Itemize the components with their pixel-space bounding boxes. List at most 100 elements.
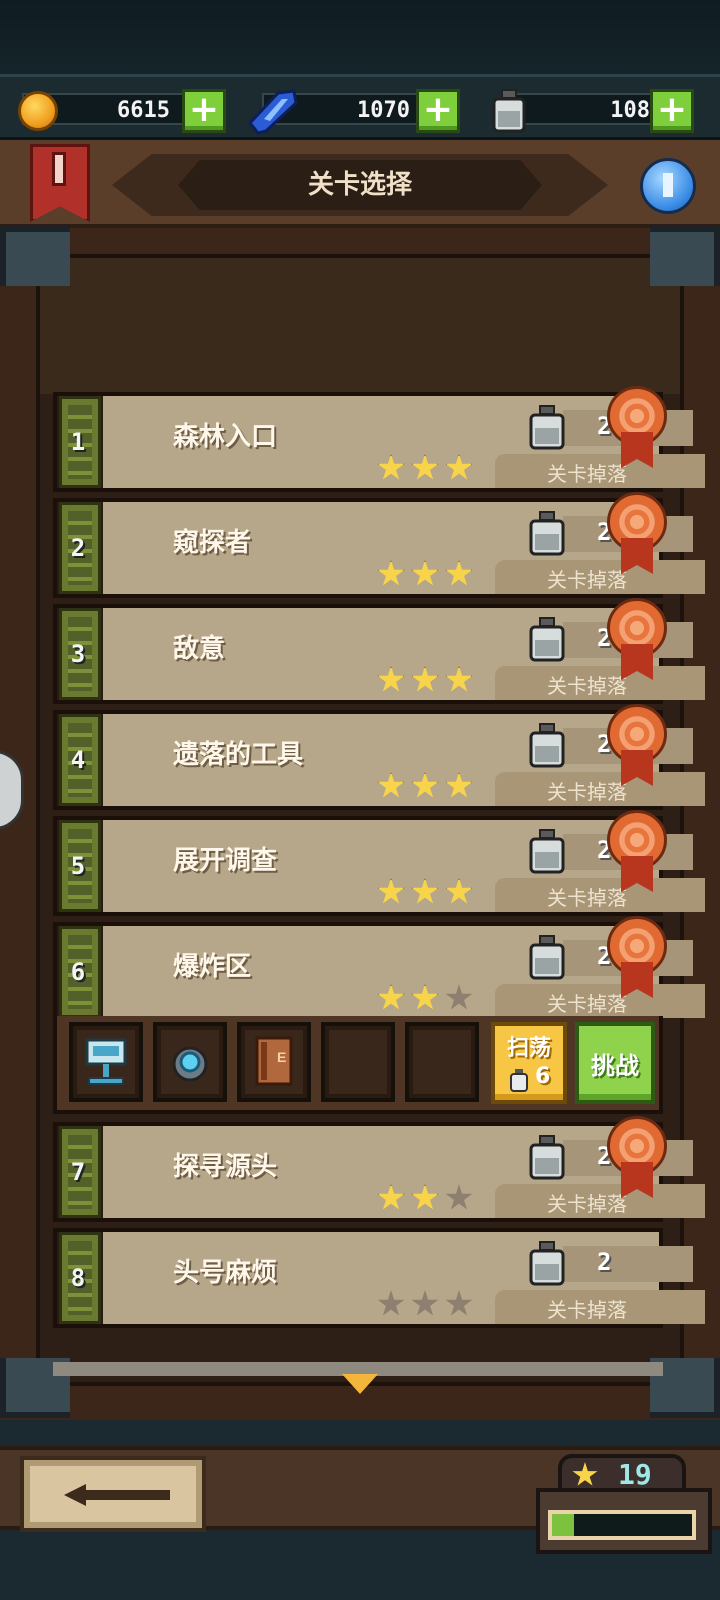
coin-resource: 6615 + [0, 85, 240, 133]
sweep-cost: 6 [535, 1064, 551, 1089]
jar-icon [529, 405, 565, 450]
star-progress-panel[interactable]: 19 [536, 1454, 716, 1560]
drop-label: 关卡掉落 [547, 1298, 627, 1322]
level-number: 3 [70, 640, 86, 668]
star-total: 19 [618, 1458, 652, 1491]
level-number: 7 [70, 1158, 86, 1186]
level-name: 窥探者 [173, 528, 252, 558]
level-name: 展开调查 [173, 846, 278, 876]
challenge-label: 挑战 [591, 1052, 639, 1080]
level-stars [377, 454, 477, 482]
level-number: 4 [70, 746, 86, 774]
bronze-medal-icon [607, 492, 669, 576]
level-number: 5 [70, 852, 86, 880]
book-e-icon: E [255, 1036, 293, 1086]
star-icon [445, 560, 473, 586]
level-name: 敌意 [173, 634, 226, 664]
star-icon [377, 984, 405, 1010]
level-name: 爆炸区 [173, 952, 252, 982]
jar-icon [529, 511, 565, 556]
info-button[interactable] [640, 158, 696, 214]
star-icon [445, 666, 473, 692]
jar-icon [529, 829, 565, 874]
level-number: 6 [70, 958, 86, 986]
gem-count: 1070 [357, 98, 410, 123]
star-icon [377, 666, 405, 692]
drop-count: 2 [597, 1248, 612, 1276]
star-icon [377, 1184, 405, 1210]
level-stars [377, 1290, 477, 1318]
star-icon [377, 772, 405, 798]
star-icon [411, 1290, 439, 1316]
reward-slot-book[interactable]: E [237, 1022, 311, 1102]
level-row[interactable]: 7 探寻源头 2 关卡掉落 [53, 1116, 705, 1222]
level-name: 森林入口 [173, 422, 278, 452]
reward-slot-gem-ring[interactable] [153, 1022, 227, 1102]
gem-resource: 1070 + [240, 85, 480, 135]
level-row[interactable]: 1 森林入口 2 关卡掉落 [53, 386, 705, 492]
level-stars [377, 666, 477, 694]
reward-slot-armor[interactable] [69, 1022, 143, 1102]
level-stars [377, 772, 477, 800]
level-row[interactable]: 4 遗落的工具 2 关卡掉落 [53, 704, 705, 810]
level-stars [377, 560, 477, 588]
star-progress-fill [552, 1514, 574, 1536]
challenge-button[interactable]: 挑战 [575, 1022, 655, 1104]
add-jars-button[interactable]: + [650, 89, 694, 133]
jar-icon [529, 1241, 565, 1286]
level-number: 8 [70, 1264, 86, 1292]
level-row[interactable]: 2 窥探者 2 关卡掉落 [53, 492, 705, 598]
info-icon [663, 173, 673, 197]
jar-icon [529, 935, 565, 980]
armor-stand-icon [85, 1038, 127, 1085]
star-icon [411, 984, 439, 1010]
level-name: 遗落的工具 [173, 740, 304, 770]
level-9-row-partial[interactable] [53, 1362, 663, 1376]
star-icon [445, 1290, 473, 1316]
star-icon [411, 560, 439, 586]
chapter-roman-numeral-icon [52, 152, 66, 186]
level-row[interactable]: 8 头号麻烦 2 关卡掉落 [53, 1228, 705, 1328]
star-icon [377, 454, 405, 480]
back-arrow-icon [64, 1484, 170, 1506]
reward-slot-empty [405, 1022, 479, 1102]
star-icon [377, 560, 405, 586]
star-icon [411, 772, 439, 798]
reward-slot-empty [321, 1022, 395, 1102]
page-title: 关卡选择 [307, 170, 412, 200]
add-coins-button[interactable]: + [182, 89, 226, 133]
level-row[interactable]: 3 敌意 2 关卡掉落 [53, 598, 705, 704]
resource-bar: 6615 + 1070 + 108 + [0, 74, 720, 140]
title-bar: 关卡选择 [0, 140, 720, 228]
level-number: 1 [70, 428, 86, 456]
blue-gem-icon [248, 89, 298, 135]
sweep-button[interactable]: 扫荡 6 [491, 1022, 567, 1104]
add-gems-button[interactable]: + [416, 89, 460, 133]
level-name: 头号麻烦 [173, 1258, 278, 1288]
bronze-medal-icon [607, 386, 669, 470]
bronze-medal-icon [607, 810, 669, 894]
star-icon [411, 1184, 439, 1210]
level-row[interactable]: 5 展开调查 2 关卡掉落 [53, 810, 705, 916]
bronze-medal-icon [607, 1116, 669, 1200]
bronze-medal-icon [607, 704, 669, 788]
level-stars [377, 984, 477, 1012]
jar-icon [510, 1069, 528, 1092]
svg-text:E: E [277, 1049, 286, 1065]
blue-gem-ring-icon [172, 1046, 208, 1082]
coin-icon [18, 91, 58, 131]
star-icon [445, 984, 473, 1010]
back-button[interactable] [20, 1456, 206, 1532]
frame-corner-top-left [0, 226, 70, 286]
star-icon [445, 1184, 473, 1210]
level-6-details: E 扫荡 6 挑战 [53, 1016, 663, 1114]
star-icon [445, 454, 473, 480]
star-icon [445, 878, 473, 904]
coin-count: 6615 [117, 98, 170, 123]
jar-count: 108 [610, 98, 650, 123]
level-row[interactable]: 6 爆炸区 2 关卡掉落 [53, 916, 705, 1022]
sweep-label: 扫荡 [506, 1036, 551, 1061]
bronze-medal-icon [607, 916, 669, 1000]
star-icon [411, 878, 439, 904]
level-stars [377, 1184, 477, 1212]
